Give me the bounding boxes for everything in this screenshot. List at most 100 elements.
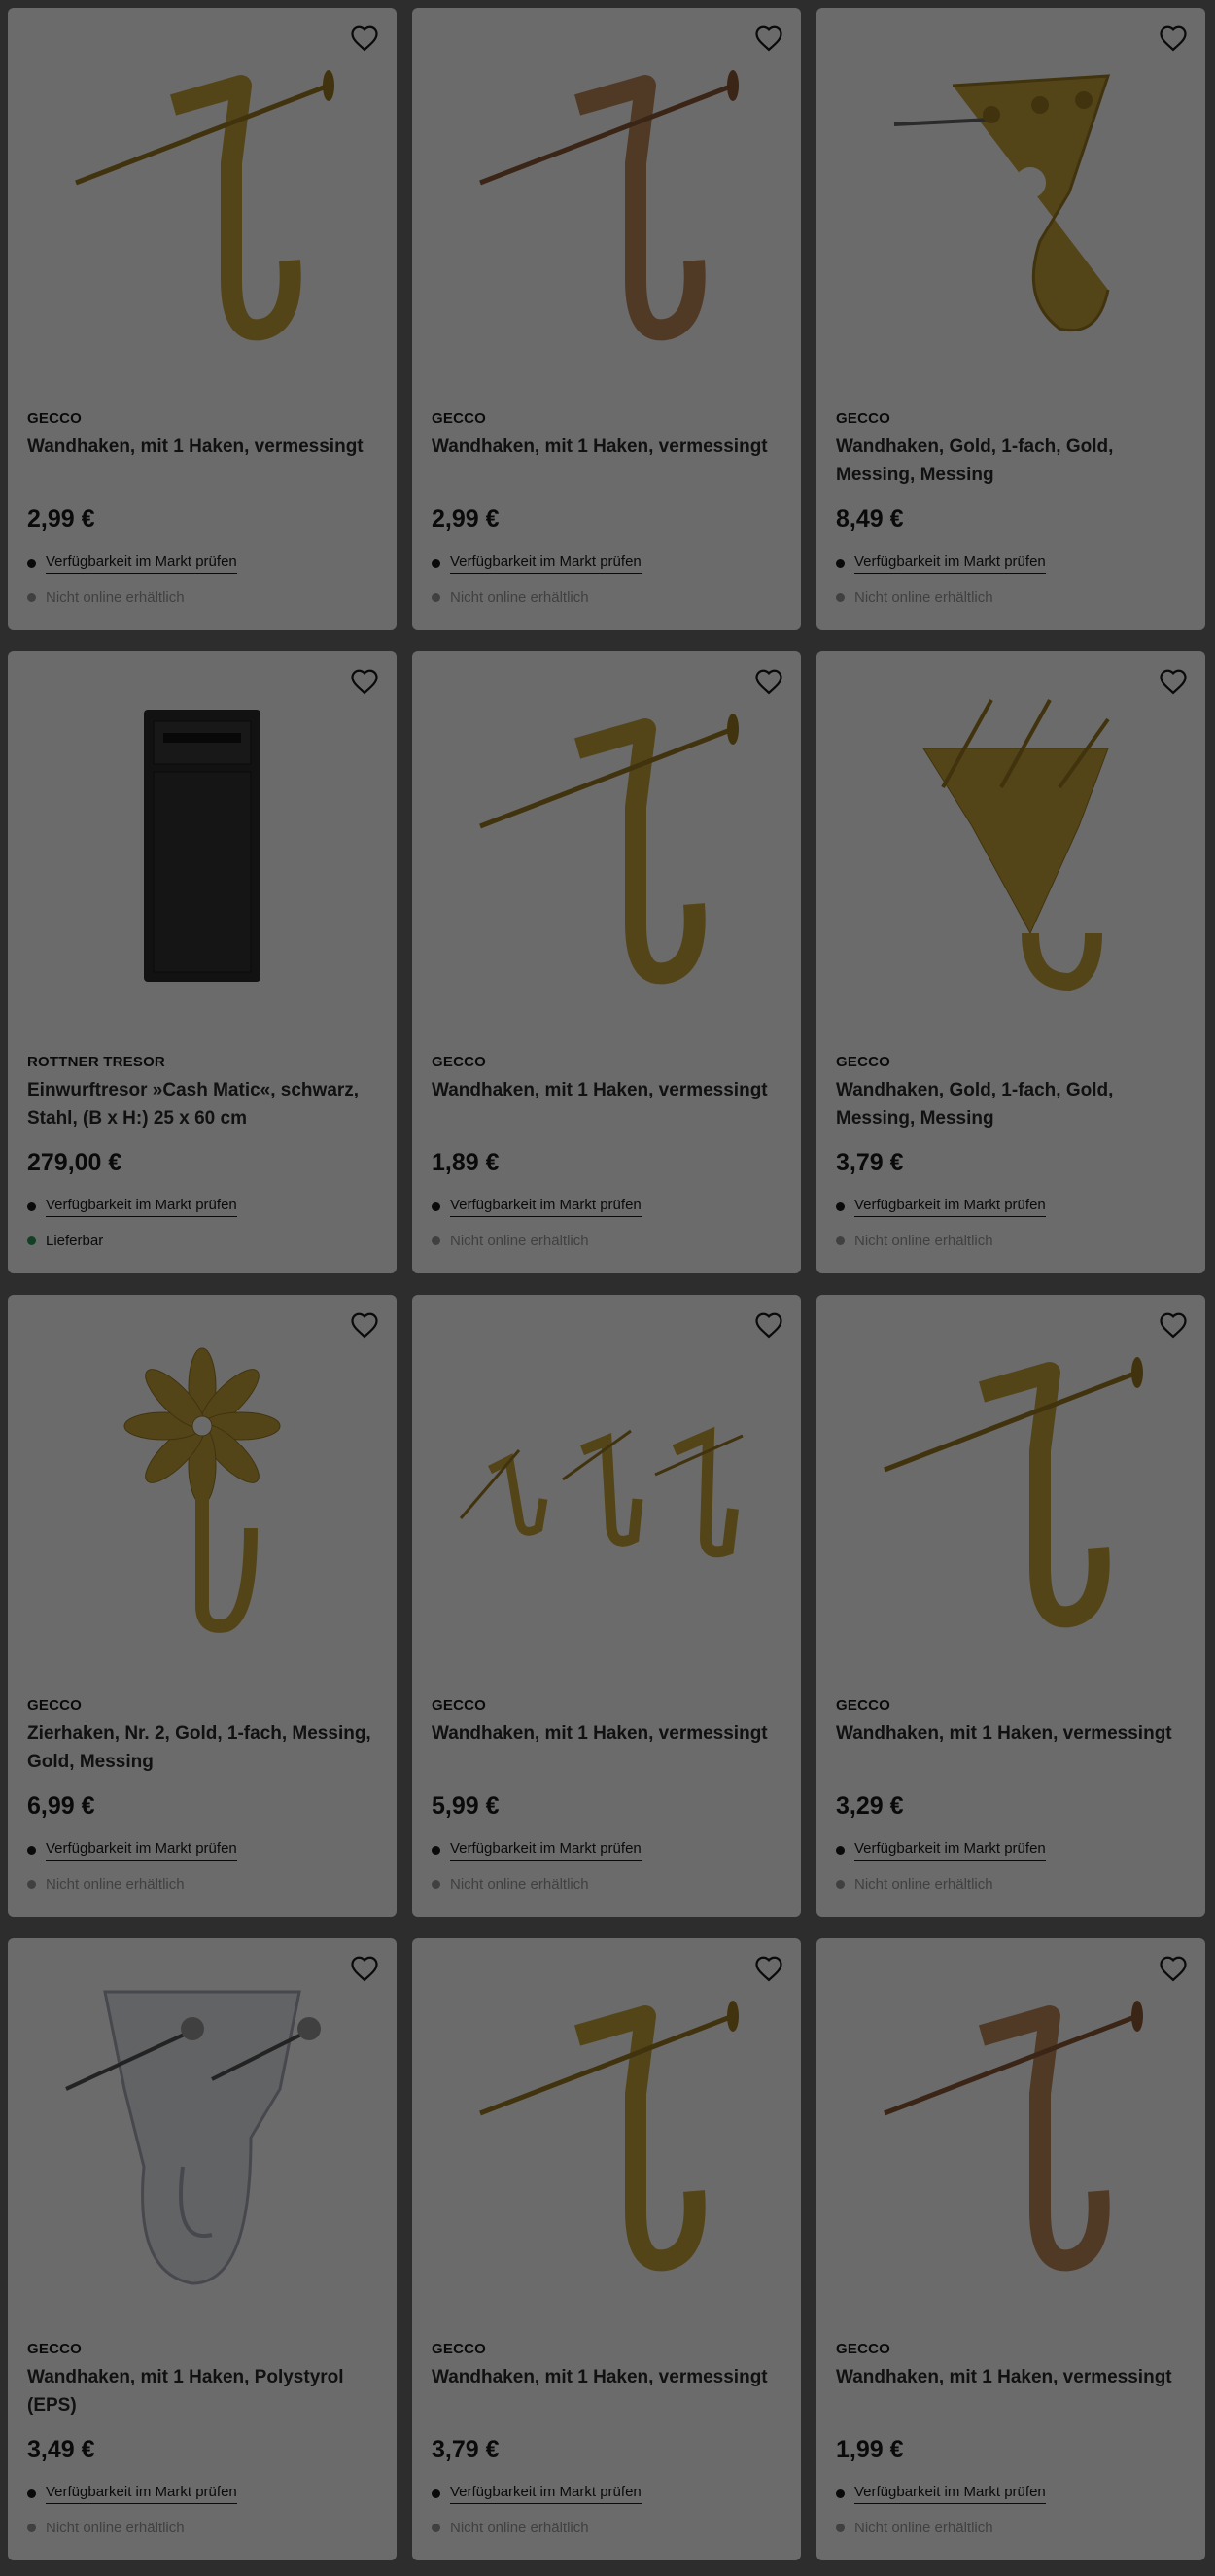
product-title[interactable]: Wandhaken, mit 1 Haken, vermessingt [432,2363,781,2391]
online-availability: Nicht online erhältlich [27,2520,185,2536]
online-availability-text: Nicht online erhältlich [450,589,589,606]
check-store-availability-link[interactable]: Verfügbarkeit im Markt prüfen [46,2484,237,2504]
store-availability: Verfügbarkeit im Markt prüfen [836,1840,1046,1861]
product-image[interactable] [816,8,1205,397]
product-brand: GECCO [432,1697,487,1714]
product-title[interactable]: Wandhaken, mit 1 Haken, vermessingt [836,1720,1186,1748]
product-card[interactable]: ROTTNER TRESOR Einwurftresor »Cash Matic«… [8,651,397,1273]
product-price: 3,79 € [432,2436,500,2463]
product-image[interactable] [8,651,397,1040]
product-title[interactable]: Wandhaken, mit 1 Haken, vermessingt [432,1076,781,1104]
product-image[interactable] [8,8,397,397]
heart-icon[interactable] [348,21,381,54]
heart-icon[interactable] [348,1308,381,1341]
store-dot-icon [27,1202,36,1211]
product-price: 5,99 € [432,1793,500,1820]
heart-icon[interactable] [752,1952,785,1985]
online-availability-text: Nicht online erhältlich [450,2520,589,2536]
product-brand: GECCO [836,1697,891,1714]
product-title[interactable]: Zierhaken, Nr. 2, Gold, 1-fach, Messing,… [27,1720,377,1776]
heart-icon[interactable] [752,665,785,698]
check-store-availability-link[interactable]: Verfügbarkeit im Markt prüfen [854,1197,1046,1217]
heart-icon[interactable] [1157,1952,1190,1985]
product-title[interactable]: Wandhaken, Gold, 1-fach, Gold, Messing, … [836,433,1186,489]
product-title[interactable]: Wandhaken, mit 1 Haken, vermessingt [836,2363,1186,2391]
heart-icon[interactable] [752,21,785,54]
online-availability-text: Nicht online erhältlich [450,1876,589,1893]
heart-icon[interactable] [1157,1308,1190,1341]
product-brand: GECCO [27,2341,83,2357]
product-card[interactable]: GECCO Wandhaken, mit 1 Haken, vermessingt… [8,8,397,630]
product-title[interactable]: Wandhaken, mit 1 Haken, vermessingt [432,1720,781,1748]
product-card[interactable]: GECCO Wandhaken, mit 1 Haken, vermessingt… [412,8,801,630]
store-availability: Verfügbarkeit im Markt prüfen [27,2484,237,2504]
product-card[interactable]: GECCO Wandhaken, Gold, 1-fach, Gold, Mess… [816,8,1205,630]
availability-dot-icon [836,593,845,602]
check-store-availability-link[interactable]: Verfügbarkeit im Markt prüfen [854,553,1046,574]
check-store-availability-link[interactable]: Verfügbarkeit im Markt prüfen [450,1840,642,1861]
check-store-availability-link[interactable]: Verfügbarkeit im Markt prüfen [46,1197,237,1217]
product-grid: GECCO Wandhaken, mit 1 Haken, vermessingt… [8,8,1205,2560]
product-card[interactable]: GECCO Zierhaken, Nr. 2, Gold, 1-fach, Mes… [8,1295,397,1917]
product-image[interactable] [412,1295,801,1684]
online-availability: Nicht online erhältlich [27,1876,185,1893]
product-title[interactable]: Wandhaken, mit 1 Haken, vermessingt [432,433,781,461]
online-availability-text: Nicht online erhältlich [450,1233,589,1249]
product-card[interactable]: GECCO Wandhaken, mit 1 Haken, vermessingt… [412,1938,801,2560]
check-store-availability-link[interactable]: Verfügbarkeit im Markt prüfen [450,2484,642,2504]
store-availability: Verfügbarkeit im Markt prüfen [432,1840,642,1861]
store-availability: Verfügbarkeit im Markt prüfen [432,2484,642,2504]
store-dot-icon [836,2489,845,2498]
heart-icon[interactable] [348,665,381,698]
online-availability: Nicht online erhältlich [27,589,185,606]
product-price: 1,89 € [432,1149,500,1176]
product-title[interactable]: Wandhaken, mit 1 Haken, Polystyrol (EPS) [27,2363,377,2419]
check-store-availability-link[interactable]: Verfügbarkeit im Markt prüfen [450,1197,642,1217]
store-availability: Verfügbarkeit im Markt prüfen [836,2484,1046,2504]
check-store-availability-link[interactable]: Verfügbarkeit im Markt prüfen [854,2484,1046,2504]
store-dot-icon [432,2489,440,2498]
product-brand: GECCO [27,1697,83,1714]
check-store-availability-link[interactable]: Verfügbarkeit im Markt prüfen [450,553,642,574]
store-availability: Verfügbarkeit im Markt prüfen [27,553,237,574]
product-card[interactable]: GECCO Wandhaken, Gold, 1-fach, Gold, Mess… [816,651,1205,1273]
product-card[interactable]: GECCO Wandhaken, mit 1 Haken, vermessingt… [816,1938,1205,2560]
product-image[interactable] [8,1938,397,2327]
check-store-availability-link[interactable]: Verfügbarkeit im Markt prüfen [854,1840,1046,1861]
store-dot-icon [27,559,36,568]
availability-dot-icon [27,2524,36,2532]
availability-dot-icon [432,2524,440,2532]
store-availability: Verfügbarkeit im Markt prüfen [27,1840,237,1861]
product-title[interactable]: Wandhaken, mit 1 Haken, vermessingt [27,433,377,461]
product-image[interactable] [412,1938,801,2327]
product-image[interactable] [412,8,801,397]
product-image[interactable] [816,1295,1205,1684]
product-price: 6,99 € [27,1793,95,1820]
availability-dot-icon [27,593,36,602]
product-price: 3,79 € [836,1149,904,1176]
product-title[interactable]: Wandhaken, Gold, 1-fach, Gold, Messing, … [836,1076,1186,1132]
product-image[interactable] [816,1938,1205,2327]
product-image[interactable] [816,651,1205,1040]
heart-icon[interactable] [348,1952,381,1985]
check-store-availability-link[interactable]: Verfügbarkeit im Markt prüfen [46,553,237,574]
product-brand: GECCO [432,2341,487,2357]
product-card[interactable]: GECCO Wandhaken, mit 1 Haken, vermessingt… [412,651,801,1273]
product-image[interactable] [412,651,801,1040]
product-price: 2,99 € [27,505,95,533]
online-availability: Nicht online erhältlich [432,1876,589,1893]
online-availability: Nicht online erhältlich [836,2520,993,2536]
heart-icon[interactable] [1157,21,1190,54]
product-card[interactable]: GECCO Wandhaken, mit 1 Haken, vermessingt… [816,1295,1205,1917]
product-card[interactable]: GECCO Wandhaken, mit 1 Haken, Polystyrol … [8,1938,397,2560]
product-brand: GECCO [836,2341,891,2357]
product-brand: ROTTNER TRESOR [27,1054,165,1070]
check-store-availability-link[interactable]: Verfügbarkeit im Markt prüfen [46,1840,237,1861]
product-image[interactable] [8,1295,397,1684]
product-title[interactable]: Einwurftresor »Cash Matic«, schwarz, Sta… [27,1076,377,1132]
availability-dot-icon [27,1236,36,1245]
heart-icon[interactable] [1157,665,1190,698]
heart-icon[interactable] [752,1308,785,1341]
availability-dot-icon [432,593,440,602]
product-card[interactable]: GECCO Wandhaken, mit 1 Haken, vermessingt… [412,1295,801,1917]
